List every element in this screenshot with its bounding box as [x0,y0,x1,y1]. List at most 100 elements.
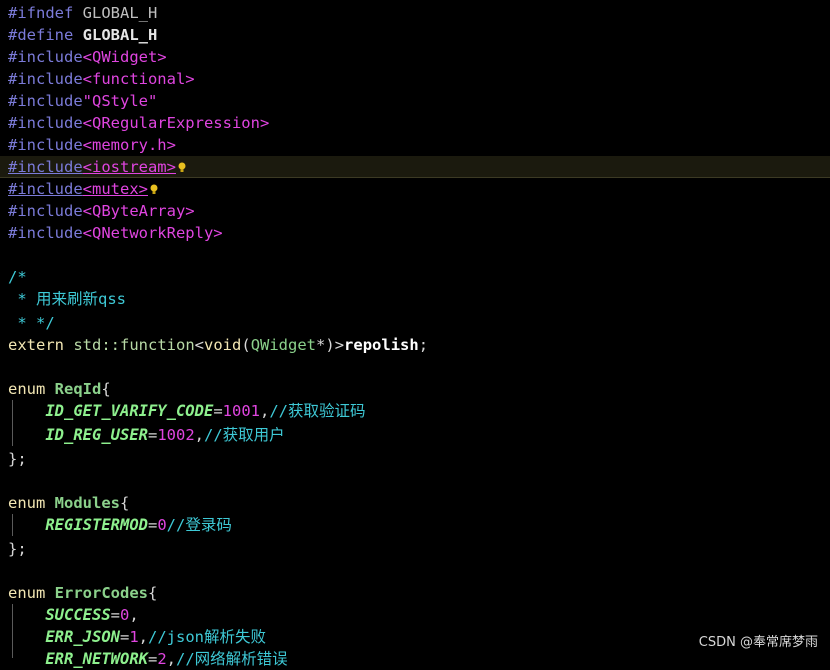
punctuation: { [101,380,111,398]
enum-constant: ERR_NETWORK [45,650,148,668]
preprocessor-keyword: #ifndef [8,4,74,22]
include-path: <functional> [82,70,195,88]
comment: //json解析失败 [148,628,267,646]
code-line: #ifndef GLOBAL_H [0,2,830,24]
include-keyword: #include [8,48,83,66]
punctuation: ( [241,336,251,354]
punctuation: { [120,494,130,512]
enum-name: ReqId [54,380,102,398]
punctuation: , [194,426,204,444]
code-line: }; [0,448,830,470]
indent-guide [12,514,13,536]
number-literal: 0 [157,516,167,534]
code-line: }; [0,538,830,560]
include-path: <mutex> [82,180,148,198]
include-keyword: #include [8,180,83,198]
preprocessor-keyword: #define [8,26,74,44]
comment: * */ [8,314,55,332]
include-path: <memory.h> [82,136,176,154]
enum-constant: REGISTERMOD [45,516,148,534]
keyword: void [204,336,242,354]
code-line: ID_REG_USER=1002,//获取用户 [0,424,830,446]
keyword: enum [8,584,46,602]
code-line: REGISTERMOD=0//登录码 [0,514,830,536]
code-line: SUCCESS=0, [0,604,830,626]
macro-name: GLOBAL_H [82,26,158,44]
code-line: #include<QByteArray> [0,200,830,222]
punctuation: , [259,402,270,420]
punctuation: > [334,336,345,354]
number-literal: 1002 [157,426,195,444]
keyword: enum [8,380,46,398]
punctuation: = [147,426,158,444]
code-line: ID_GET_VARIFY_CODE=1001,//获取验证码 [0,400,830,422]
code-line: enum Modules{ [0,492,830,514]
code-line: enum ErrorCodes{ [0,582,830,604]
indent-guide [12,604,13,658]
code-line: #include<QRegularExpression> [0,112,830,134]
code-line: #include<memory.h> [0,134,830,156]
enum-name: ErrorCodes [54,584,148,602]
comment: //获取用户 [204,426,285,444]
function-name: repolish [344,336,419,354]
type-name: QWidget [250,336,317,354]
code-line-warning: #include<iostream> [0,156,830,178]
keyword: extern [8,336,64,354]
include-keyword: #include [8,158,83,176]
namespace: std:: [73,336,121,354]
code-line: #include<functional> [0,68,830,90]
code-line: * 用来刷新qss [0,288,830,310]
include-keyword: #include [8,202,83,220]
code-line: enum ReqId{ [0,378,830,400]
code-line-warning: #include<mutex> [0,178,830,200]
comment: //登录码 [166,516,232,534]
lightbulb-icon[interactable] [178,157,186,172]
punctuation: < [194,336,205,354]
punctuation: }; [8,540,27,558]
number-literal: 1 [129,628,139,646]
code-line: #include"QStyle" [0,90,830,112]
include-path: <QRegularExpression> [82,114,270,132]
comment: * 用来刷新qss [8,290,126,308]
enum-constant: ID_GET_VARIFY_CODE [45,402,214,420]
punctuation: = [147,516,158,534]
punctuation: = [110,606,120,624]
punctuation: , [166,650,177,668]
comment: /* [8,268,27,286]
code-line: extern std::function<void(QWidget*)>repo… [0,334,830,356]
include-keyword: #include [8,114,83,132]
type-name: function [120,336,195,354]
number-literal: 1001 [222,402,260,420]
comment: //获取验证码 [269,402,366,420]
punctuation: = [119,628,130,646]
code-line: #include<QNetworkReply> [0,222,830,244]
code-line: #define GLOBAL_H [0,24,830,46]
include-path: "QStyle" [82,92,158,110]
include-path: <QWidget> [82,48,167,66]
indent-guide [12,400,13,446]
include-path: <QNetworkReply> [82,224,223,242]
punctuation: ) [325,336,335,354]
punctuation: = [147,650,158,668]
include-keyword: #include [8,70,83,88]
number-literal: 2 [157,650,167,668]
code-editor[interactable]: #ifndef GLOBAL_H #define GLOBAL_H #inclu… [0,0,830,668]
include-path: <iostream> [82,158,176,176]
punctuation: * [316,336,326,354]
watermark: CSDN @奉常席梦雨 [698,635,818,650]
punctuation: = [213,402,223,420]
code-line: ERR_NETWORK=2,//网络解析错误 [0,648,830,670]
include-keyword: #include [8,224,83,242]
punctuation: }; [8,450,27,468]
keyword: enum [8,494,46,512]
enum-constant: SUCCESS [45,606,111,624]
punctuation: ; [418,336,429,354]
code-line: #include<QWidget> [0,46,830,68]
lightbulb-icon[interactable] [150,179,158,194]
enum-name: Modules [54,494,120,512]
include-keyword: #include [8,92,83,110]
punctuation: , [138,628,149,646]
include-keyword: #include [8,136,83,154]
macro-name: GLOBAL_H [82,4,158,22]
code-line: * */ [0,312,830,334]
